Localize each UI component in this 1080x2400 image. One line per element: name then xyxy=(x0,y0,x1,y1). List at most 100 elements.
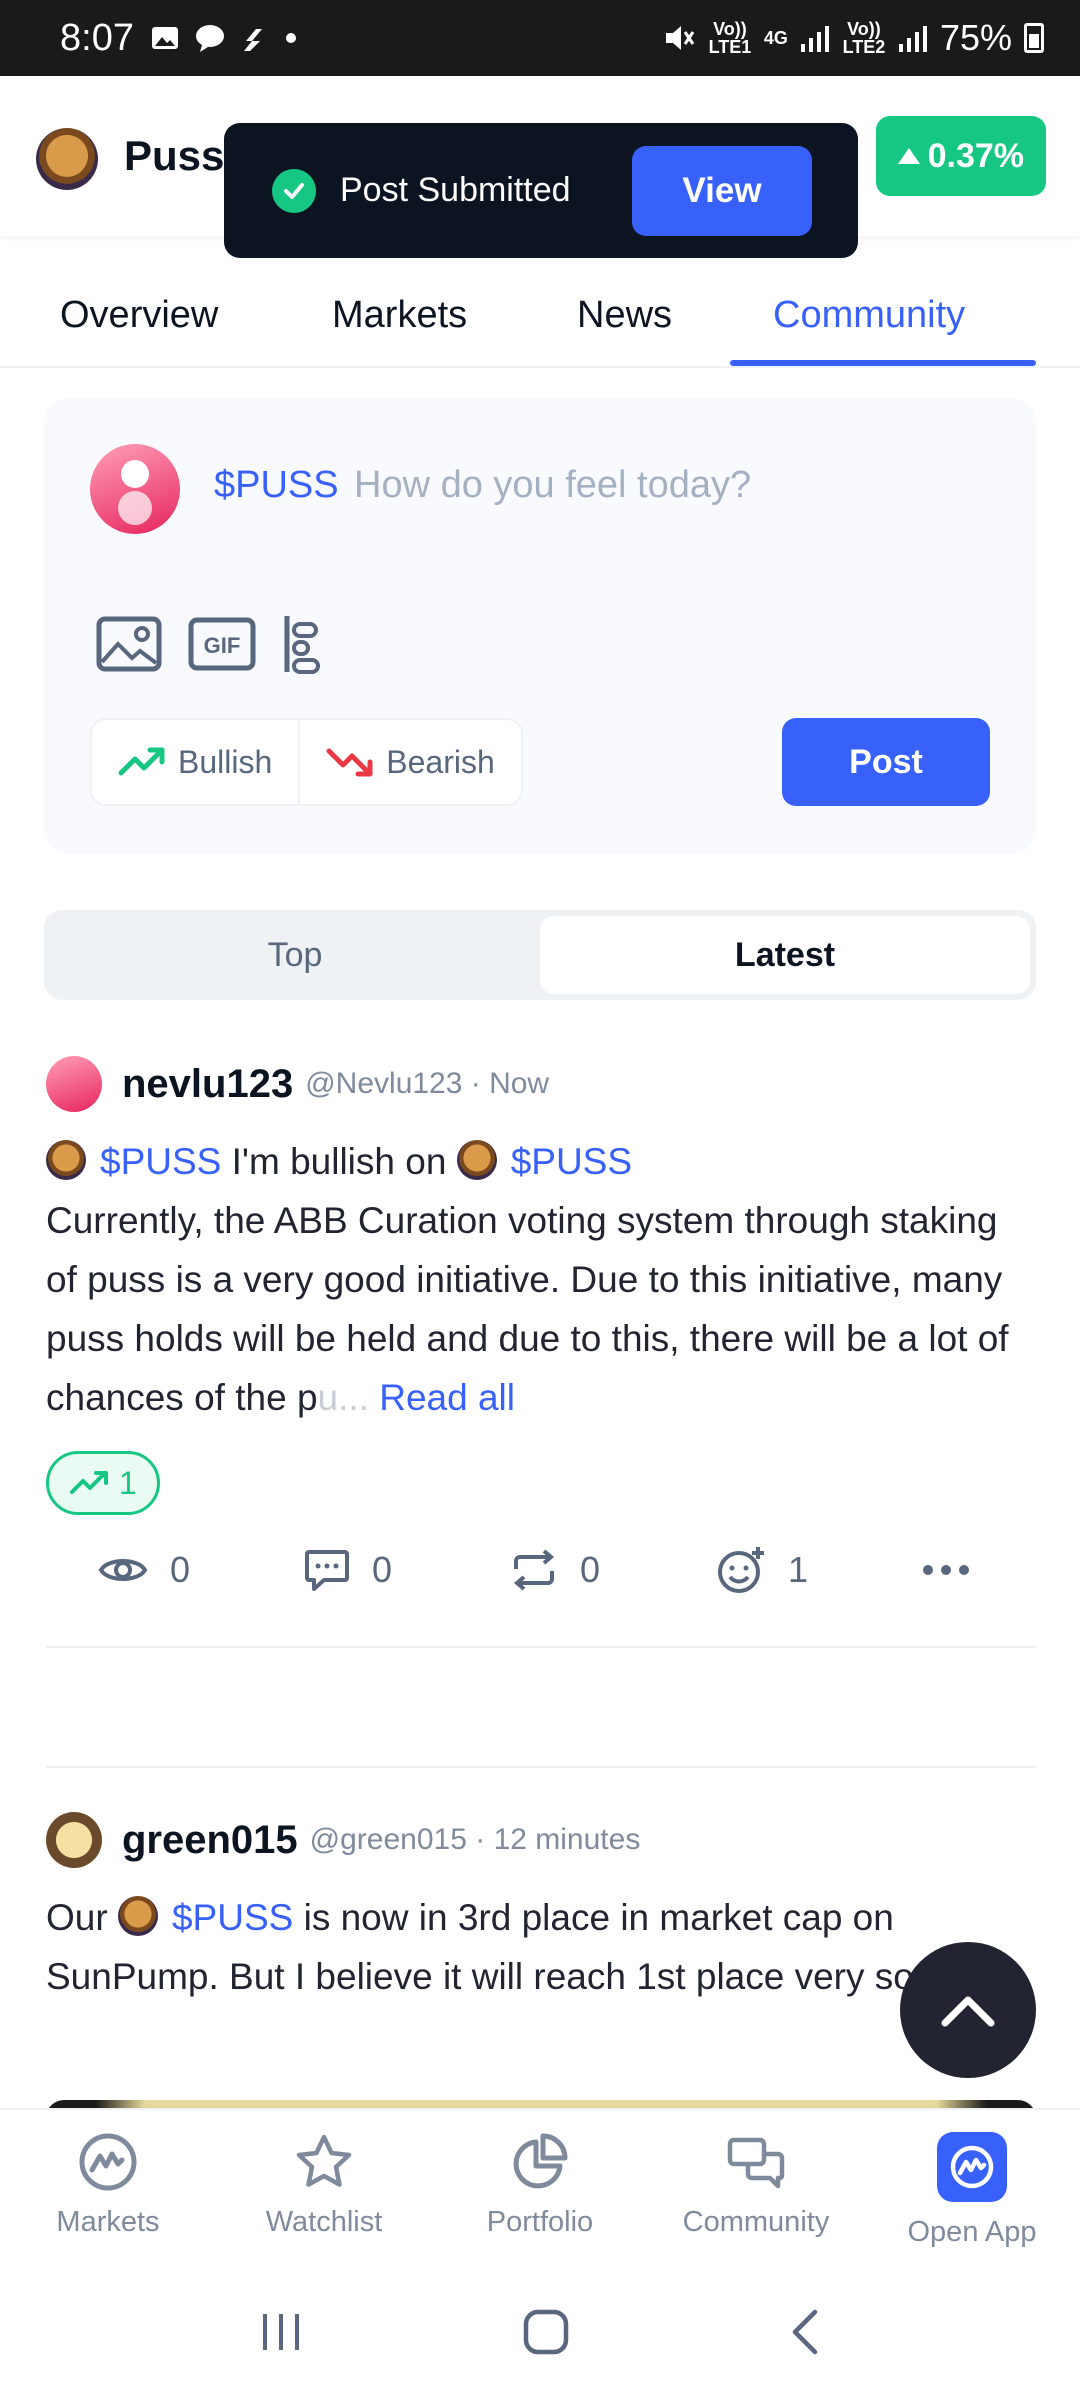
nav-community[interactable]: Community xyxy=(648,2110,864,2264)
signal-bars-icon xyxy=(800,26,829,52)
signal2-label: Vo)) LTE2 xyxy=(842,19,886,57)
post-handle-time: @Nevlu123 · Now xyxy=(305,1067,550,1100)
post-divider xyxy=(46,1766,1036,1768)
views-stat: 0 xyxy=(98,1549,304,1591)
ticker-link[interactable]: $PUSS xyxy=(100,1141,221,1182)
bearish-button[interactable]: Bearish xyxy=(298,720,521,804)
cmc-logo-icon xyxy=(79,2133,137,2191)
post-body: $PUSS I'm bullish on $PUSS Currently, th… xyxy=(46,1132,1036,1427)
signal-bars-icon xyxy=(898,26,927,52)
battery-icon xyxy=(1024,23,1044,53)
toast-message: Post Submitted xyxy=(340,171,571,209)
svg-text:GIF: GIF xyxy=(204,633,241,658)
user-avatar xyxy=(90,444,180,534)
nav-label: Open App xyxy=(907,2216,1037,2248)
signal1-label: Vo)) LTE1 xyxy=(708,19,752,57)
reaction-count: 1 xyxy=(788,1549,809,1590)
nav-open-app[interactable]: Open App xyxy=(864,2110,1080,2264)
nav-watchlist[interactable]: Watchlist xyxy=(216,2110,432,2264)
ticker-link[interactable]: $PUSS xyxy=(172,1897,293,1938)
trend-up-icon xyxy=(118,747,165,776)
post-divider xyxy=(46,1646,1036,1648)
post-item: nevlu123 @Nevlu123 · Now $PUSS I'm bulli… xyxy=(46,1054,1036,1605)
tab-news[interactable]: News xyxy=(577,294,672,337)
status-right: Vo)) LTE1 4G Vo)) LTE2 75% xyxy=(662,17,1044,59)
comment-button[interactable]: 0 xyxy=(304,1548,510,1592)
trend-up-icon xyxy=(70,1471,108,1494)
check-circle-icon xyxy=(272,168,316,213)
tab-overview[interactable]: Overview xyxy=(60,294,218,337)
gallery-icon xyxy=(151,27,178,49)
price-change-value: 0.37% xyxy=(927,136,1024,175)
bullish-label: Bullish xyxy=(178,743,273,780)
scroll-to-top-button[interactable] xyxy=(900,1942,1036,2078)
toast-view-button[interactable]: View xyxy=(632,145,812,236)
composer-input[interactable]: How do you feel today? xyxy=(354,464,751,507)
post-text: I'm bullish on xyxy=(221,1141,457,1182)
post-username[interactable]: green015 xyxy=(122,1818,298,1863)
feed-sort-toggle: Top Latest xyxy=(44,910,1036,1000)
emoji-add-icon xyxy=(718,1547,764,1593)
nav-markets[interactable]: Markets xyxy=(0,2110,216,2264)
nav-label: Watchlist xyxy=(265,2206,383,2238)
poll-icon[interactable] xyxy=(282,614,322,674)
home-icon[interactable] xyxy=(522,2308,570,2356)
avatar-face xyxy=(121,460,149,489)
image-icon[interactable] xyxy=(96,616,162,672)
star-icon xyxy=(296,2134,352,2187)
nav-label: Portfolio xyxy=(486,2206,594,2238)
bottom-navigation: Markets Watchlist Portfolio Community Op… xyxy=(0,2108,1080,2264)
composer-ticker: $PUSS xyxy=(214,464,339,506)
puss-token-icon xyxy=(46,1140,86,1180)
post-text: Currently, the ABB Curation voting syste… xyxy=(46,1200,1009,1418)
dot-icon xyxy=(285,33,296,43)
coin-name: Puss xyxy=(124,132,225,179)
post-avatar[interactable] xyxy=(46,1056,102,1112)
puss-token-icon xyxy=(456,1140,497,1180)
tab-community[interactable]: Community xyxy=(773,294,965,337)
back-icon[interactable] xyxy=(789,2308,821,2356)
bullish-vote-pill[interactable]: 1 xyxy=(46,1451,160,1515)
sort-latest-button[interactable]: Latest xyxy=(540,916,1030,994)
status-bar: 8:07 Vo)) LTE1 4G Vo)) LTE2 75% xyxy=(0,0,1080,76)
recent-apps-icon[interactable] xyxy=(259,2310,303,2354)
puss-token-icon xyxy=(117,1896,158,1936)
post-button[interactable]: Post xyxy=(782,718,990,806)
nav-label: Markets xyxy=(56,2206,160,2238)
price-change-badge: 0.37% xyxy=(875,116,1046,196)
read-all-link[interactable]: Read all xyxy=(379,1377,515,1418)
post-body: Our $PUSS is now in 3rd place in market … xyxy=(46,1888,1036,2006)
active-tab-indicator xyxy=(730,360,1036,366)
tab-markets[interactable]: Markets xyxy=(332,294,467,337)
nav-portfolio[interactable]: Portfolio xyxy=(432,2110,648,2264)
more-options-button[interactable] xyxy=(922,1564,970,1576)
bullish-button[interactable]: Bullish xyxy=(92,720,298,804)
reaction-button[interactable]: 1 xyxy=(716,1545,922,1595)
post-text-fade: u... xyxy=(317,1377,380,1418)
chat-icon xyxy=(195,25,224,52)
repost-count: 0 xyxy=(580,1549,601,1590)
bearish-label: Bearish xyxy=(386,743,495,780)
repost-button[interactable]: 0 xyxy=(510,1547,716,1593)
more-horizontal-icon xyxy=(923,1565,969,1575)
sort-top-button[interactable]: Top xyxy=(50,916,540,994)
comment-count: 0 xyxy=(372,1549,393,1590)
repost-icon xyxy=(513,1549,555,1591)
pie-chart-icon xyxy=(513,2133,568,2189)
ticker-link[interactable]: $PUSS xyxy=(511,1141,632,1182)
post-header: nevlu123 @Nevlu123 · Now xyxy=(46,1054,1036,1114)
triangle-up-icon xyxy=(897,148,920,164)
chat-bubbles-icon xyxy=(727,2137,785,2189)
s-app-icon xyxy=(243,29,262,51)
system-navigation-bar xyxy=(0,2264,1080,2400)
gif-icon[interactable]: GIF xyxy=(188,617,256,671)
status-time: 8:07 xyxy=(60,16,134,59)
views-count: 0 xyxy=(170,1549,191,1590)
post-actions: 0 0 0 1 xyxy=(46,1535,1036,1605)
post-avatar[interactable] xyxy=(46,1812,102,1868)
post-item: green015 @green015 · 12 minutes Our $PUS… xyxy=(46,1810,1036,2006)
post-username[interactable]: nevlu123 xyxy=(122,1062,293,1107)
post-composer: $PUSS How do you feel today? GIF Bullish… xyxy=(44,398,1036,854)
coin-logo xyxy=(36,128,98,190)
post-text: Our xyxy=(46,1897,118,1938)
